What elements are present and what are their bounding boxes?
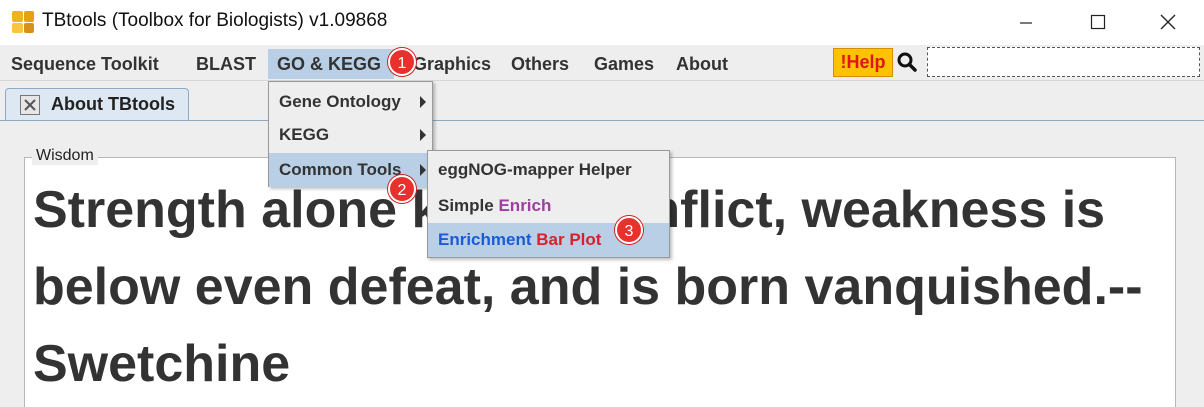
menu-go-kegg[interactable]: GO & KEGG	[268, 49, 394, 79]
minimize-icon	[1020, 22, 1032, 24]
menu-item-eggnog-mapper-helper[interactable]: eggNOG-mapper Helper	[428, 153, 669, 187]
enrich-label: Enrich	[498, 196, 552, 215]
enrichment-label: Enrichment	[438, 230, 537, 249]
help-button[interactable]: !Help	[833, 48, 893, 77]
menu-item-label: Gene Ontology	[279, 92, 401, 111]
simple-label: Simple	[438, 196, 499, 215]
search-input[interactable]	[927, 47, 1200, 77]
menu-sequence-toolkit[interactable]: Sequence Toolkit	[2, 49, 168, 79]
window-title: TBtools (Toolbox for Biologists) v1.0986…	[42, 10, 388, 31]
menu-item-kegg[interactable]: KEGG	[269, 118, 432, 152]
title-bar: TBtools (Toolbox for Biologists) v1.0986…	[0, 0, 1204, 45]
tab-strip: About TBtools	[0, 81, 1204, 121]
maximize-button[interactable]	[1075, 6, 1121, 38]
menu-graphics[interactable]: Graphics	[404, 49, 500, 79]
step-badge-2: 2	[388, 175, 416, 203]
menu-others[interactable]: Others	[502, 49, 578, 79]
search-icon[interactable]	[896, 51, 918, 73]
close-button[interactable]	[1145, 6, 1191, 38]
tab-label: About TBtools	[51, 94, 175, 114]
tab-about-tbtools[interactable]: About TBtools	[5, 88, 189, 121]
step-badge-3: 3	[615, 216, 643, 244]
menu-item-label: Common Tools	[279, 160, 402, 179]
submenu-arrow-icon	[420, 164, 426, 176]
go-kegg-dropdown: Gene Ontology KEGG Common Tools	[268, 81, 433, 187]
step-badge-1: 1	[388, 48, 416, 76]
menu-games[interactable]: Games	[585, 49, 663, 79]
minimize-button[interactable]	[1003, 6, 1049, 38]
close-icon	[1160, 14, 1176, 30]
app-icon	[12, 11, 34, 33]
maximize-icon	[1090, 14, 1106, 30]
menu-about[interactable]: About	[667, 49, 737, 79]
wisdom-legend: Wisdom	[32, 147, 98, 165]
submenu-arrow-icon	[420, 129, 426, 141]
bar-plot-label: Bar Plot	[536, 230, 602, 249]
menu-item-label: KEGG	[279, 125, 330, 144]
menu-item-gene-ontology[interactable]: Gene Ontology	[269, 85, 432, 119]
submenu-arrow-icon	[420, 96, 426, 108]
menu-blast[interactable]: BLAST	[187, 49, 265, 79]
tab-close-icon[interactable]	[20, 95, 40, 115]
